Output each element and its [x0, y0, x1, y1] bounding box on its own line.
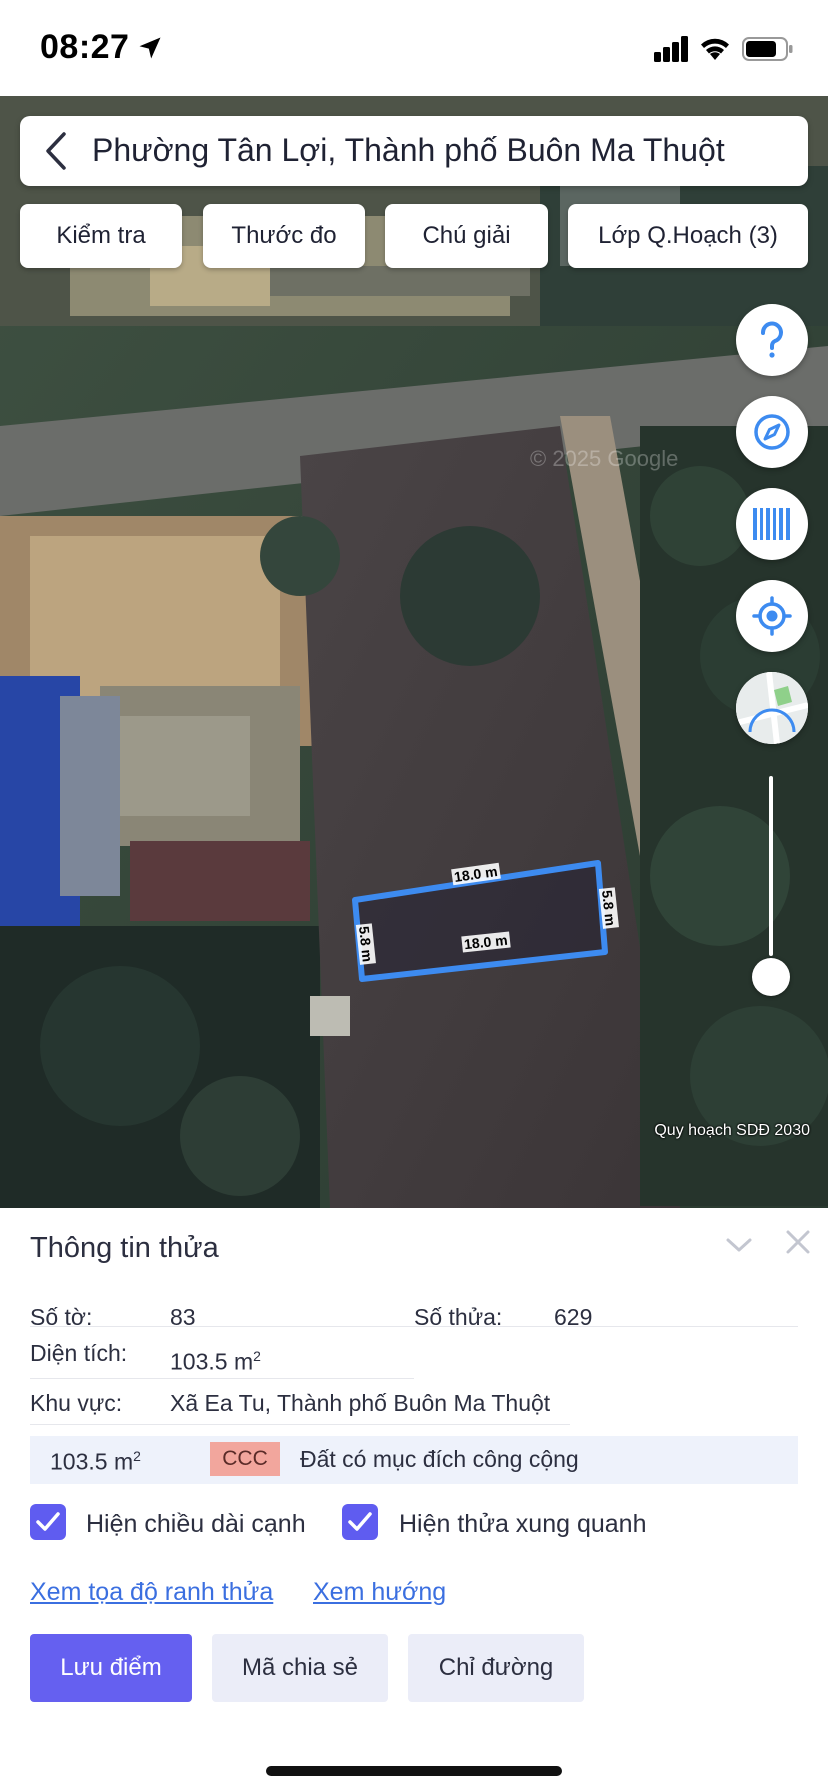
area-value: 103.5 m2 — [170, 1348, 261, 1375]
satellite-map[interactable]: 18.0 m 5.8 m 18.0 m 5.8 m © 2025 Google … — [0, 96, 828, 1208]
chip-planning-layer[interactable]: Lớp Q.Hoạch (3) — [568, 204, 808, 268]
help-icon — [761, 321, 783, 358]
share-code-button[interactable]: Mã chia sẻ — [212, 1634, 388, 1702]
show-neighbors-label[interactable]: Hiện thửa xung quanh — [399, 1510, 646, 1539]
show-edge-length-checkbox[interactable] — [30, 1504, 66, 1540]
divider — [30, 1378, 414, 1379]
location-header: Phường Tân Lợi, Thành phố Buôn Ma Thuột — [20, 116, 808, 186]
map-style-icon — [736, 672, 808, 744]
barcode-icon — [753, 508, 790, 540]
barcode-button[interactable] — [736, 488, 808, 560]
close-icon[interactable] — [784, 1228, 812, 1256]
location-arrow-icon — [139, 37, 161, 59]
app-root: 08:27 18.0 m 5.8 m 18.0 m 5.8 m © 2025 G… — [0, 0, 828, 1792]
map-watermark: © 2025 Google — [530, 446, 679, 471]
chevron-down-icon[interactable] — [724, 1234, 754, 1256]
status-time: 08:27 — [40, 28, 130, 66]
back-chevron-icon[interactable] — [42, 130, 70, 172]
sheet-title: Thông tin thửa — [30, 1232, 219, 1264]
battery-icon — [742, 37, 793, 61]
chip-ruler[interactable]: Thước đo — [203, 204, 365, 268]
help-button[interactable] — [736, 304, 808, 376]
area-label: Diện tích: — [30, 1340, 128, 1366]
zoning-code-badge: CCC — [210, 1442, 280, 1476]
view-direction-link[interactable]: Xem hướng — [313, 1578, 446, 1607]
zoom-slider-thumb[interactable] — [752, 958, 790, 996]
status-bar: 08:27 — [0, 0, 828, 96]
compass-icon — [754, 414, 790, 450]
chip-legend[interactable]: Chú giải — [385, 204, 548, 268]
show-edge-length-label[interactable]: Hiện chiều dài cạnh — [86, 1510, 306, 1539]
region-label: Khu vực: — [30, 1390, 123, 1416]
checkmark-icon — [36, 1512, 60, 1531]
locate-icon — [752, 596, 792, 636]
zoning-area: 103.5 m2 — [50, 1448, 141, 1475]
divider — [30, 1424, 570, 1425]
location-title: Phường Tân Lợi, Thành phố Buôn Ma Thuột — [92, 132, 725, 168]
zoning-description: Đất có mục đích công cộng — [300, 1446, 579, 1472]
view-coordinates-link[interactable]: Xem tọa độ ranh thửa — [30, 1578, 273, 1607]
divider — [30, 1326, 798, 1327]
region-value: Xã Ea Tu, Thành phố Buôn Ma Thuột — [170, 1390, 551, 1416]
compass-button[interactable] — [736, 396, 808, 468]
home-indicator — [266, 1766, 562, 1776]
map-layer-attribution: Quy hoạch SDĐ 2030 — [654, 1122, 810, 1139]
checkmark-icon — [348, 1512, 372, 1531]
cellular-signal-icon — [654, 36, 688, 62]
save-point-button[interactable]: Lưu điểm — [30, 1634, 192, 1702]
show-neighbors-checkbox[interactable] — [342, 1504, 378, 1540]
parcel-info-sheet: Thông tin thửa Số tờ: 83 Số thửa: 629 Di… — [0, 1208, 828, 1792]
map-style-button[interactable] — [736, 672, 808, 744]
chip-check[interactable]: Kiểm tra — [20, 204, 182, 268]
zoom-slider-track[interactable] — [769, 776, 773, 956]
locate-me-button[interactable] — [736, 580, 808, 652]
zoning-row: 103.5 m2 CCC Đất có mục đích công cộng — [30, 1436, 798, 1484]
directions-button[interactable]: Chỉ đường — [408, 1634, 584, 1702]
wifi-icon — [701, 38, 729, 60]
